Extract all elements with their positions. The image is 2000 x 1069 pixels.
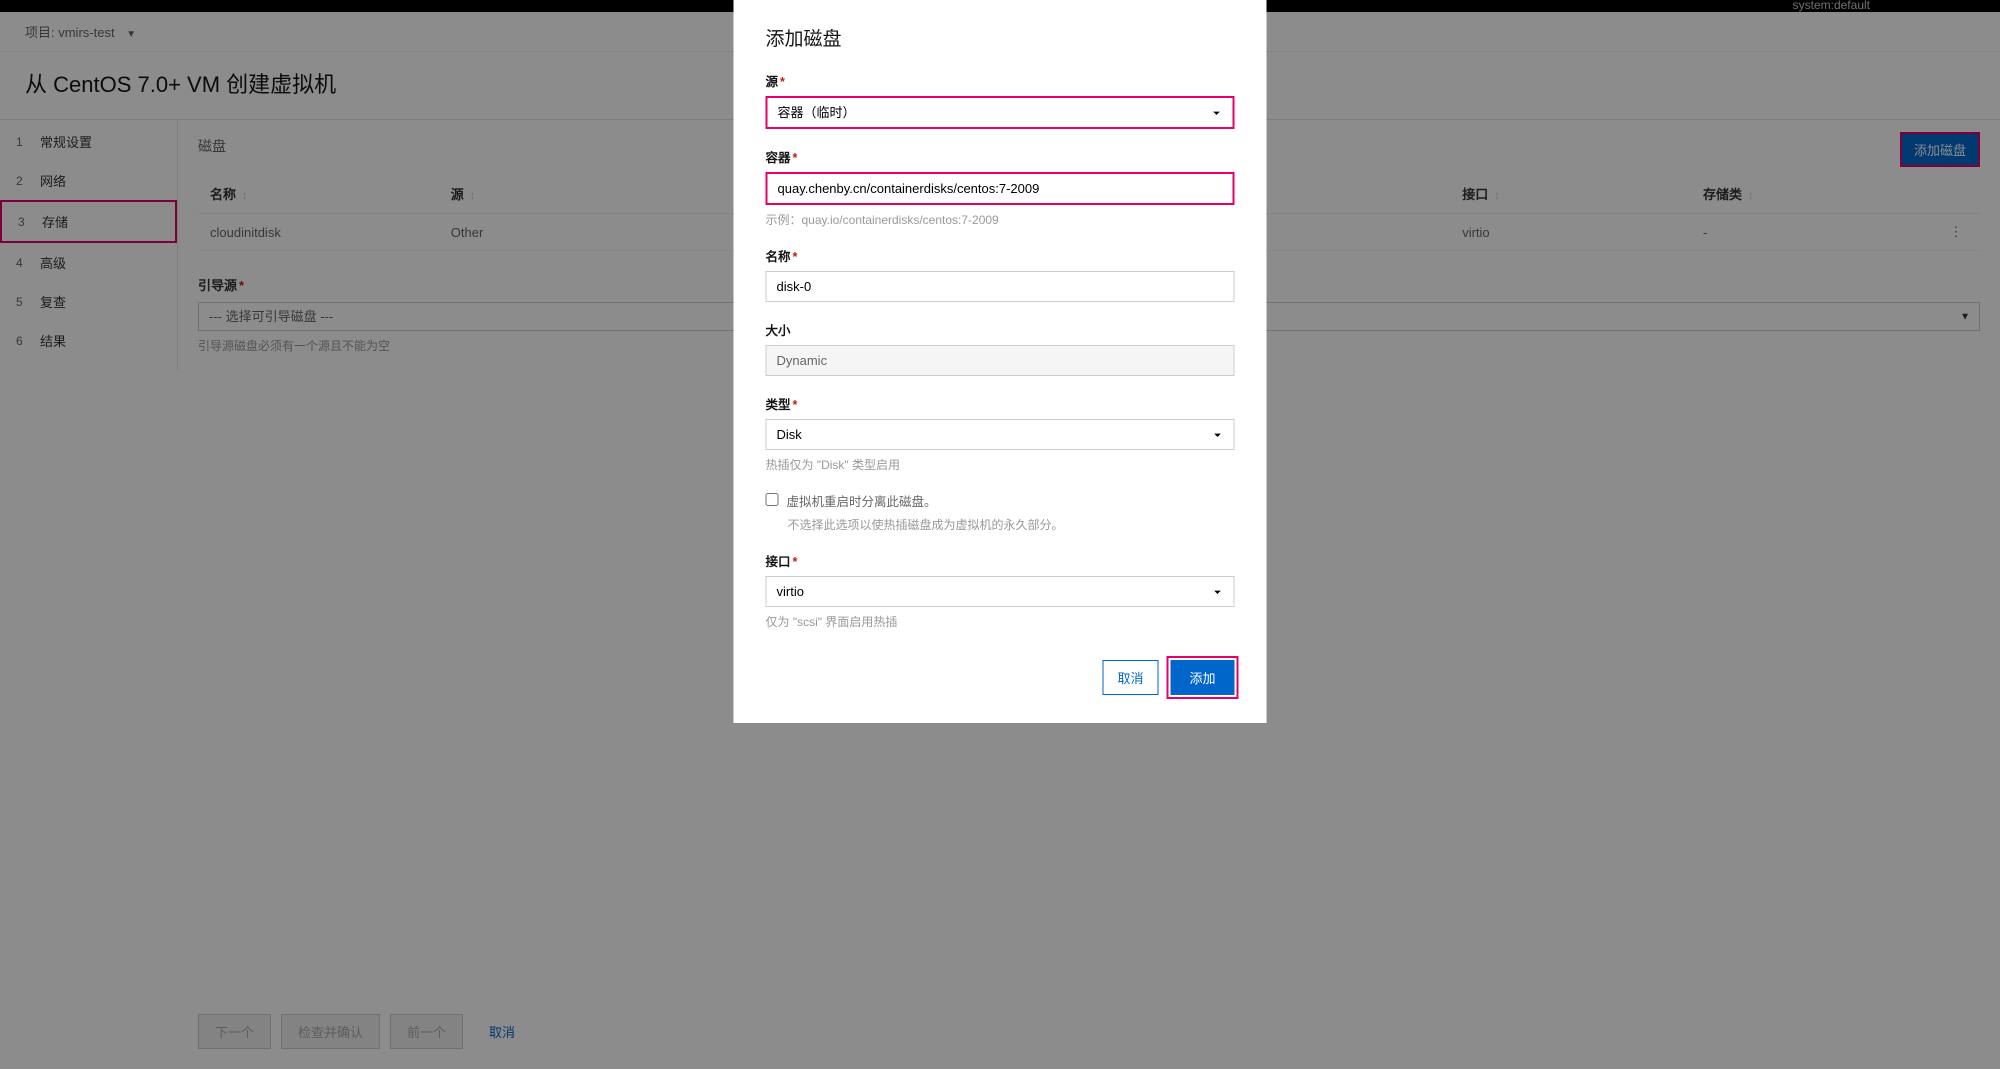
field-label-container: 容器* bbox=[766, 147, 1235, 166]
field-detach: 虚拟机重启时分离此磁盘。 不选择此选项以使热插磁盘成为虚拟机的永久部分。 bbox=[766, 491, 1235, 533]
interface-select[interactable]: virtio bbox=[766, 576, 1235, 607]
type-select[interactable]: Disk bbox=[766, 419, 1235, 450]
container-help: 示例：quay.io/containerdisks/centos:7-2009 bbox=[766, 211, 1235, 228]
field-interface: 接口* virtio 仅为 "scsi" 界面启用热插 bbox=[766, 551, 1235, 630]
modal-cancel-button[interactable]: 取消 bbox=[1102, 660, 1158, 695]
required-star: * bbox=[793, 250, 798, 264]
interface-help: 仅为 "scsi" 界面启用热插 bbox=[766, 613, 1235, 630]
field-type: 类型* Disk 热插仅为 "Disk" 类型启用 bbox=[766, 394, 1235, 473]
required-star: * bbox=[793, 555, 798, 569]
field-label-type: 类型* bbox=[766, 394, 1235, 413]
modal-footer: 取消 添加 bbox=[766, 660, 1235, 695]
size-input bbox=[766, 345, 1235, 376]
add-disk-modal: 添加磁盘 源* 容器（临时） 容器* 示例：quay.io/containerd… bbox=[734, 0, 1267, 723]
field-label-interface: 接口* bbox=[766, 551, 1235, 570]
field-size: 大小 bbox=[766, 320, 1235, 376]
modal-add-button[interactable]: 添加 bbox=[1170, 660, 1234, 695]
required-star: * bbox=[793, 151, 798, 165]
name-input[interactable] bbox=[766, 271, 1235, 302]
detach-label: 虚拟机重启时分离此磁盘。 bbox=[787, 491, 937, 510]
source-select[interactable]: 容器（临时） bbox=[766, 96, 1235, 129]
field-label-size: 大小 bbox=[766, 320, 1235, 339]
field-label-name: 名称* bbox=[766, 246, 1235, 265]
field-container: 容器* 示例：quay.io/containerdisks/centos:7-2… bbox=[766, 147, 1235, 228]
container-input[interactable] bbox=[766, 172, 1235, 205]
detach-checkbox[interactable] bbox=[766, 493, 779, 506]
field-name: 名称* bbox=[766, 246, 1235, 302]
required-star: * bbox=[793, 398, 798, 412]
field-label-source: 源* bbox=[766, 71, 1235, 90]
type-help: 热插仅为 "Disk" 类型启用 bbox=[766, 456, 1235, 473]
required-star: * bbox=[780, 75, 785, 89]
detach-help: 不选择此选项以使热插磁盘成为虚拟机的永久部分。 bbox=[788, 516, 1235, 533]
detach-checkbox-row: 虚拟机重启时分离此磁盘。 bbox=[766, 491, 1235, 510]
field-source: 源* 容器（临时） bbox=[766, 71, 1235, 129]
modal-title: 添加磁盘 bbox=[766, 24, 1235, 51]
